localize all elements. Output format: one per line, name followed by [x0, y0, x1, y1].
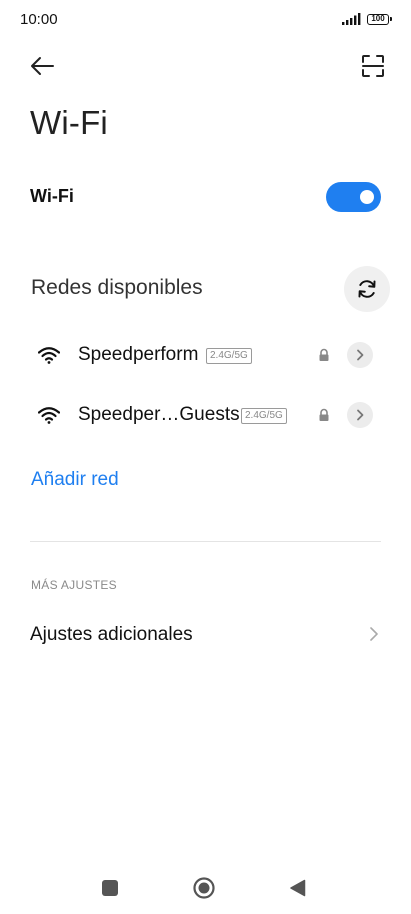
qr-scan-icon [362, 55, 384, 77]
navigation-bar [0, 860, 411, 914]
band-badge: 2.4G/5G [241, 408, 287, 424]
scan-qr-button[interactable] [359, 52, 387, 80]
battery-icon: 100 [367, 13, 392, 25]
wifi-signal-icon [38, 347, 60, 364]
more-settings-header: MÁS AJUSTES [31, 578, 117, 592]
network-name: Speedper…Guests [78, 404, 240, 425]
chevron-right-icon [357, 409, 364, 421]
wifi-toggle-label: Wi-Fi [30, 186, 74, 206]
battery-level: 100 [371, 13, 385, 23]
network-item-speedperform-guests[interactable]: Speedper…Guests 2.4G/5G [0, 388, 411, 444]
status-time: 10:00 [20, 11, 58, 28]
back-triangle-icon[interactable] [289, 879, 306, 897]
lock-icon [319, 408, 329, 421]
network-details-button[interactable] [347, 402, 373, 428]
arrow-left-icon [31, 57, 54, 75]
add-network-link[interactable]: Añadir red [31, 469, 119, 491]
wifi-signal-icon [38, 407, 60, 424]
divider [30, 541, 381, 542]
chevron-right-icon [370, 627, 378, 641]
refresh-networks-button[interactable] [344, 266, 390, 312]
wifi-toggle-row: Wi-Fi [0, 172, 411, 224]
chevron-right-icon [357, 349, 364, 361]
lock-icon [319, 348, 329, 361]
band-badge: 2.4G/5G [206, 348, 252, 364]
home-circle-icon[interactable] [193, 877, 215, 899]
back-button[interactable] [28, 52, 56, 80]
network-name: Speedperform [78, 344, 199, 365]
refresh-icon [358, 280, 376, 298]
additional-settings-row[interactable]: Ajustes adicionales [0, 610, 411, 660]
toggle-knob [360, 190, 374, 204]
status-bar: 10:00 100 [0, 0, 411, 40]
wifi-toggle-switch[interactable] [326, 182, 381, 212]
network-item-speedperform[interactable]: Speedperform 2.4G/5G [0, 328, 411, 384]
status-icons: 100 [342, 13, 392, 25]
recents-square-icon[interactable] [102, 880, 118, 896]
available-networks-title: Redes disponibles [31, 276, 203, 299]
additional-settings-label: Ajustes adicionales [30, 624, 193, 645]
signal-icon [342, 13, 361, 25]
page-title: Wi-Fi [30, 104, 108, 141]
network-details-button[interactable] [347, 342, 373, 368]
